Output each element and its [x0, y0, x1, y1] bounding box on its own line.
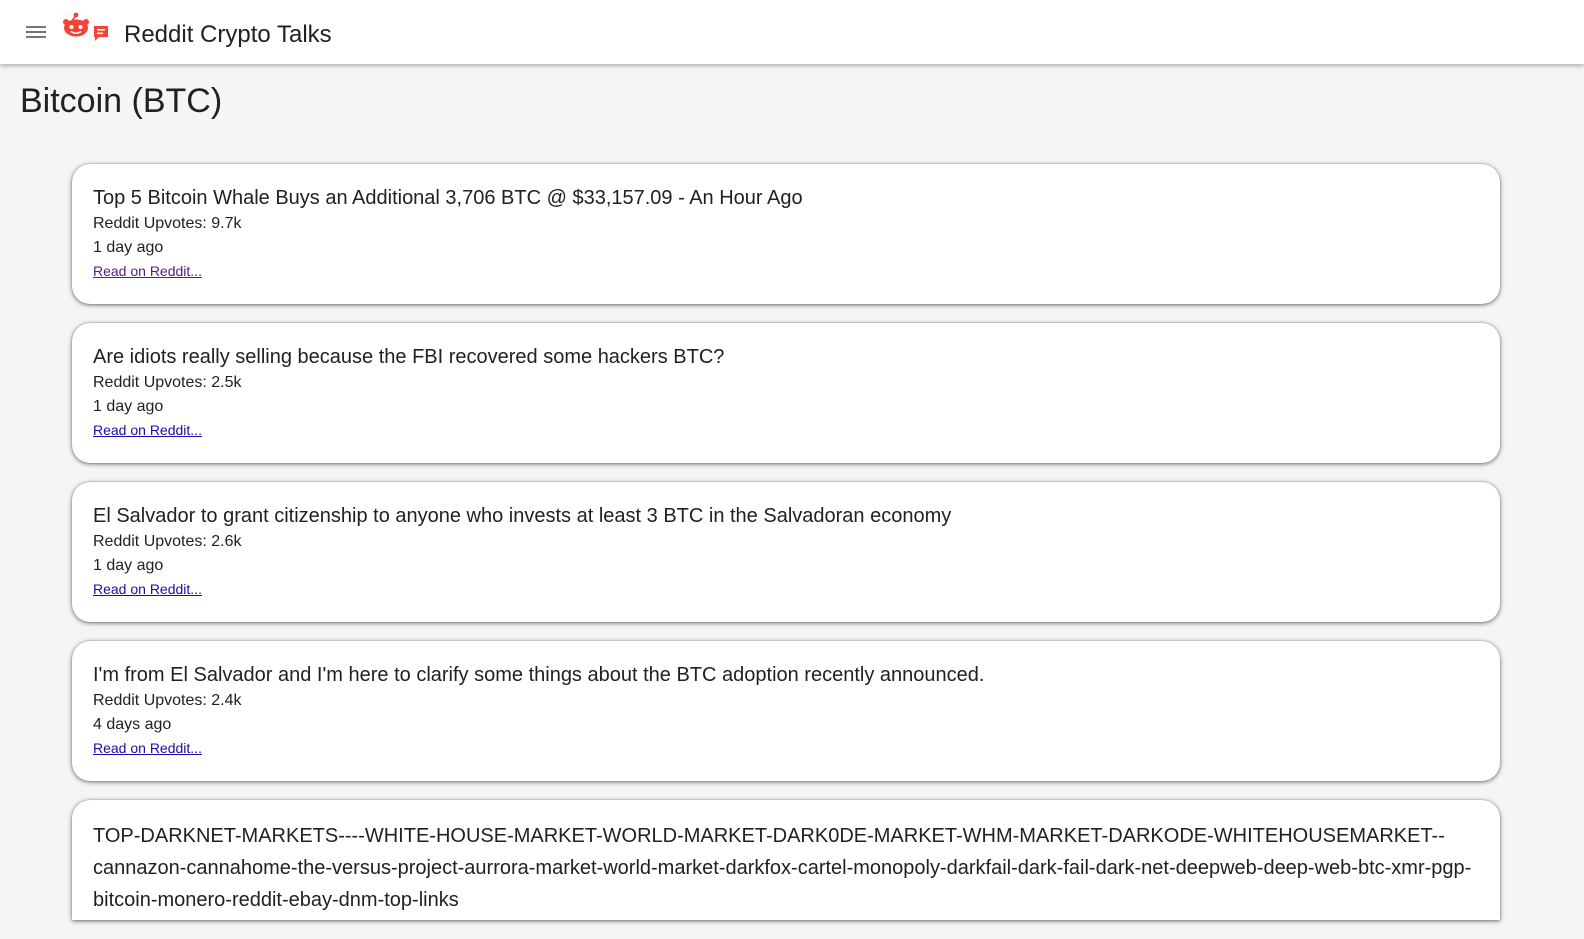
menu-button[interactable]: [24, 20, 48, 44]
app-title: Reddit Crypto Talks: [124, 21, 332, 48]
read-on-reddit-link[interactable]: Read on Reddit...: [93, 578, 202, 600]
post-title: Top 5 Bitcoin Whale Buys an Additional 3…: [93, 187, 803, 209]
read-on-reddit-link[interactable]: Read on Reddit...: [93, 260, 202, 282]
post-title: TOP-DARKNET-MARKETS----WHITE-HOUSE-MARKE…: [93, 825, 1472, 911]
post-age: 1 day ago: [93, 239, 164, 256]
post-age: 1 day ago: [93, 557, 164, 574]
post-card: Are idiots really selling because the FB…: [72, 323, 1500, 463]
reddit-chat-logo-icon[interactable]: [60, 10, 116, 46]
post-upvotes: Reddit Upvotes: 2.4k: [93, 692, 242, 709]
post-title: Are idiots really selling because the FB…: [93, 346, 725, 368]
post-title: I'm from El Salvador and I'm here to cla…: [93, 664, 985, 686]
post-age: 1 day ago: [93, 398, 164, 415]
post-card: I'm from El Salvador and I'm here to cla…: [72, 641, 1500, 781]
post-list: Top 5 Bitcoin Whale Buys an Additional 3…: [72, 164, 1500, 939]
post-upvotes: Reddit Upvotes: 2.5k: [93, 374, 242, 391]
post-upvotes: Reddit Upvotes: 9.7k: [93, 215, 242, 232]
read-on-reddit-link[interactable]: Read on Reddit...: [93, 419, 202, 441]
post-card: TOP-DARKNET-MARKETS----WHITE-HOUSE-MARKE…: [72, 800, 1500, 920]
read-on-reddit-link[interactable]: Read on Reddit...: [93, 737, 202, 759]
post-card: Top 5 Bitcoin Whale Buys an Additional 3…: [72, 164, 1500, 304]
post-title: El Salvador to grant citizenship to anyo…: [93, 505, 952, 527]
page-title: Bitcoin (BTC): [20, 82, 223, 120]
post-age: 4 days ago: [93, 716, 172, 733]
post-card: El Salvador to grant citizenship to anyo…: [72, 482, 1500, 622]
app-bar: Reddit Crypto Talks: [0, 0, 1584, 64]
hamburger-menu-icon: [26, 26, 46, 38]
post-upvotes: Reddit Upvotes: 2.6k: [93, 533, 242, 550]
